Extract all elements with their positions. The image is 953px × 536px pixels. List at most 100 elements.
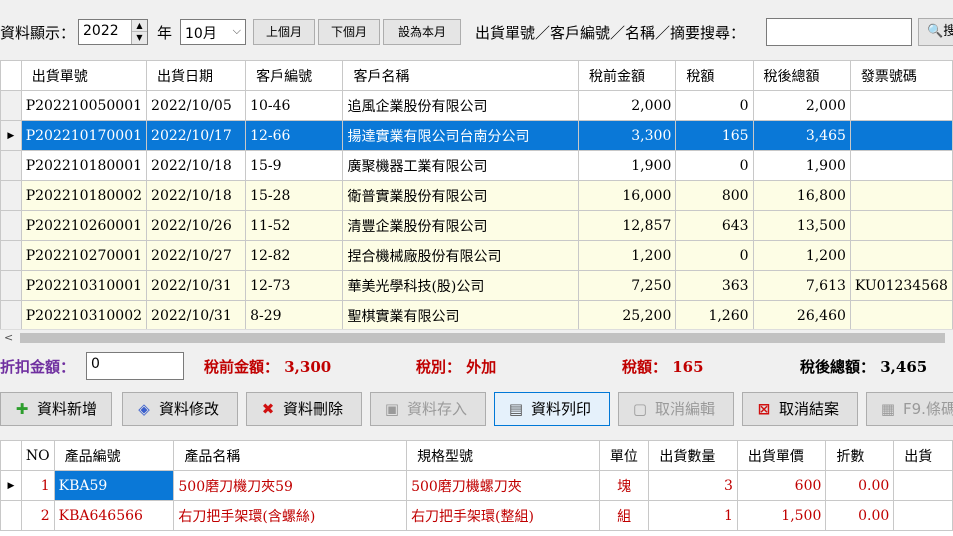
table-cell[interactable]: [849, 210, 953, 241]
row-selector[interactable]: [0, 90, 22, 121]
table-row[interactable]: P202210180002 2022/10/18 15-28 衛普實業股份有限公司 16…: [0, 180, 953, 211]
add-record-button[interactable]: ✚ 資料新增: [0, 392, 112, 426]
table-cell[interactable]: 1,200: [752, 240, 851, 271]
table-cell[interactable]: 2,000: [752, 90, 851, 121]
table-cell[interactable]: 12-82: [245, 240, 344, 271]
print-record-button[interactable]: ▤ 資料列印: [494, 392, 610, 426]
col-header[interactable]: 出貨: [893, 440, 953, 471]
table-cell[interactable]: [849, 240, 953, 271]
row-selector[interactable]: [0, 150, 22, 181]
spin-up-icon[interactable]: ▲: [132, 20, 147, 32]
row-selector[interactable]: [0, 270, 22, 301]
cancel-close-button[interactable]: ⊠ 取消結案: [742, 392, 858, 426]
table-cell[interactable]: 15-28: [245, 180, 344, 211]
detail-cell[interactable]: [893, 470, 953, 501]
col-header[interactable]: 發票號碼: [849, 60, 953, 91]
col-header[interactable]: 出貨單號: [20, 60, 148, 91]
table-cell[interactable]: 16,800: [752, 180, 851, 211]
table-cell[interactable]: 3,300: [577, 120, 677, 151]
detail-cell[interactable]: 500磨刀機螺刀夾: [406, 470, 600, 501]
table-cell[interactable]: 10-46: [245, 90, 344, 121]
table-cell[interactable]: 聖棋實業有限公司: [342, 300, 579, 330]
detail-cell[interactable]: KBA646566: [53, 500, 175, 531]
table-cell[interactable]: 643: [675, 210, 754, 241]
col-header[interactable]: 規格型號: [406, 440, 600, 471]
table-cell[interactable]: KU01234568: [849, 270, 953, 301]
detail-cell[interactable]: 500磨刀機刀夾59: [173, 470, 408, 501]
table-cell[interactable]: 7,250: [577, 270, 677, 301]
year-spinner[interactable]: 2022 ▲ ▼: [78, 19, 148, 45]
horizontal-scrollbar[interactable]: <: [0, 329, 953, 345]
table-cell[interactable]: 26,460: [752, 300, 851, 330]
detail-cell[interactable]: 1: [648, 500, 738, 531]
detail-cell[interactable]: 0.00: [825, 470, 895, 501]
col-header[interactable]: 客戶編號: [245, 60, 344, 91]
row-selector[interactable]: ▶: [0, 470, 22, 501]
delete-record-button[interactable]: ✖ 資料刪除: [246, 392, 362, 426]
table-cell[interactable]: 16,000: [577, 180, 677, 211]
detail-cell[interactable]: 塊: [598, 470, 650, 501]
table-cell[interactable]: P202210050001: [20, 90, 148, 121]
table-cell[interactable]: 2022/10/31: [146, 270, 247, 301]
table-row[interactable]: P202210310001 2022/10/31 12-73 華美光學科技(股)公司 7…: [0, 270, 953, 301]
table-cell[interactable]: 15-9: [245, 150, 344, 181]
table-cell[interactable]: 11-52: [245, 210, 344, 241]
table-cell[interactable]: [849, 120, 953, 151]
table-cell[interactable]: 2022/10/05: [146, 90, 247, 121]
detail-row[interactable]: 2 KBA646566 右刀把手架環(含螺絲) 右刀把手架環(整組) 組 1 1,500 0.…: [0, 500, 953, 531]
detail-cell[interactable]: 2: [20, 500, 55, 531]
table-cell[interactable]: 1,260: [675, 300, 754, 330]
table-cell[interactable]: 華美光學科技(股)公司: [342, 270, 579, 301]
col-header[interactable]: 產品編號: [53, 440, 175, 471]
table-cell[interactable]: 8-29: [245, 300, 344, 330]
col-header[interactable]: 出貨單價: [736, 440, 827, 471]
row-selector[interactable]: [0, 180, 22, 211]
table-cell[interactable]: [849, 180, 953, 211]
table-cell[interactable]: P202210260001: [20, 210, 148, 241]
row-selector[interactable]: ▶: [0, 120, 22, 151]
table-cell[interactable]: 2022/10/18: [146, 180, 247, 211]
search-input[interactable]: [766, 18, 912, 46]
table-cell[interactable]: 0: [675, 90, 754, 121]
detail-cell[interactable]: 右刀把手架環(含螺絲): [173, 500, 408, 531]
detail-cell[interactable]: 1,500: [736, 500, 827, 531]
discount-input[interactable]: 0: [86, 352, 184, 380]
table-cell[interactable]: 13,500: [752, 210, 851, 241]
row-selector[interactable]: [0, 300, 22, 330]
table-cell[interactable]: 1,200: [577, 240, 677, 271]
detail-cell[interactable]: 0.00: [825, 500, 895, 531]
table-cell[interactable]: 1,900: [752, 150, 851, 181]
table-cell[interactable]: 25,200: [577, 300, 677, 330]
prev-month-button[interactable]: 上個月: [253, 19, 315, 45]
table-cell[interactable]: 7,613: [752, 270, 851, 301]
detail-cell[interactable]: 1: [20, 470, 55, 501]
table-cell[interactable]: 363: [675, 270, 754, 301]
detail-cell[interactable]: 右刀把手架環(整組): [406, 500, 600, 531]
col-header[interactable]: 稅前金額: [577, 60, 677, 91]
save-record-button[interactable]: ▣ 資料存入: [370, 392, 486, 426]
table-cell[interactable]: 2022/10/27: [146, 240, 247, 271]
this-month-button[interactable]: 設為本月: [383, 19, 461, 45]
table-cell[interactable]: 捏合機械廠股份有限公司: [342, 240, 579, 271]
table-cell[interactable]: [849, 150, 953, 181]
table-cell[interactable]: 0: [675, 240, 754, 271]
table-cell[interactable]: P202210180001: [20, 150, 148, 181]
col-header[interactable]: 折數: [825, 440, 895, 471]
col-header[interactable]: 產品名稱: [173, 440, 408, 471]
table-cell[interactable]: 12-66: [245, 120, 344, 151]
col-header[interactable]: 出貨日期: [146, 60, 247, 91]
table-cell[interactable]: 2022/10/26: [146, 210, 247, 241]
detail-cell[interactable]: 組: [598, 500, 650, 531]
table-cell[interactable]: 2022/10/17: [146, 120, 247, 151]
table-cell[interactable]: [849, 300, 953, 330]
table-cell[interactable]: 1,900: [577, 150, 677, 181]
table-cell[interactable]: 2022/10/18: [146, 150, 247, 181]
table-cell[interactable]: P202210180002: [20, 180, 148, 211]
table-row[interactable]: P202210270001 2022/10/27 12-82 捏合機械廠股份有限公司 1…: [0, 240, 953, 271]
table-cell[interactable]: 2,000: [577, 90, 677, 121]
table-cell[interactable]: 廣聚機器工業有限公司: [342, 150, 579, 181]
table-cell[interactable]: 3,465: [752, 120, 851, 151]
detail-cell[interactable]: [893, 500, 953, 531]
table-row[interactable]: P202210310002 2022/10/31 8-29 聖棋實業有限公司 25,20…: [0, 300, 953, 330]
table-row[interactable]: P202210180001 2022/10/18 15-9 廣聚機器工業有限公司 1,9…: [0, 150, 953, 181]
